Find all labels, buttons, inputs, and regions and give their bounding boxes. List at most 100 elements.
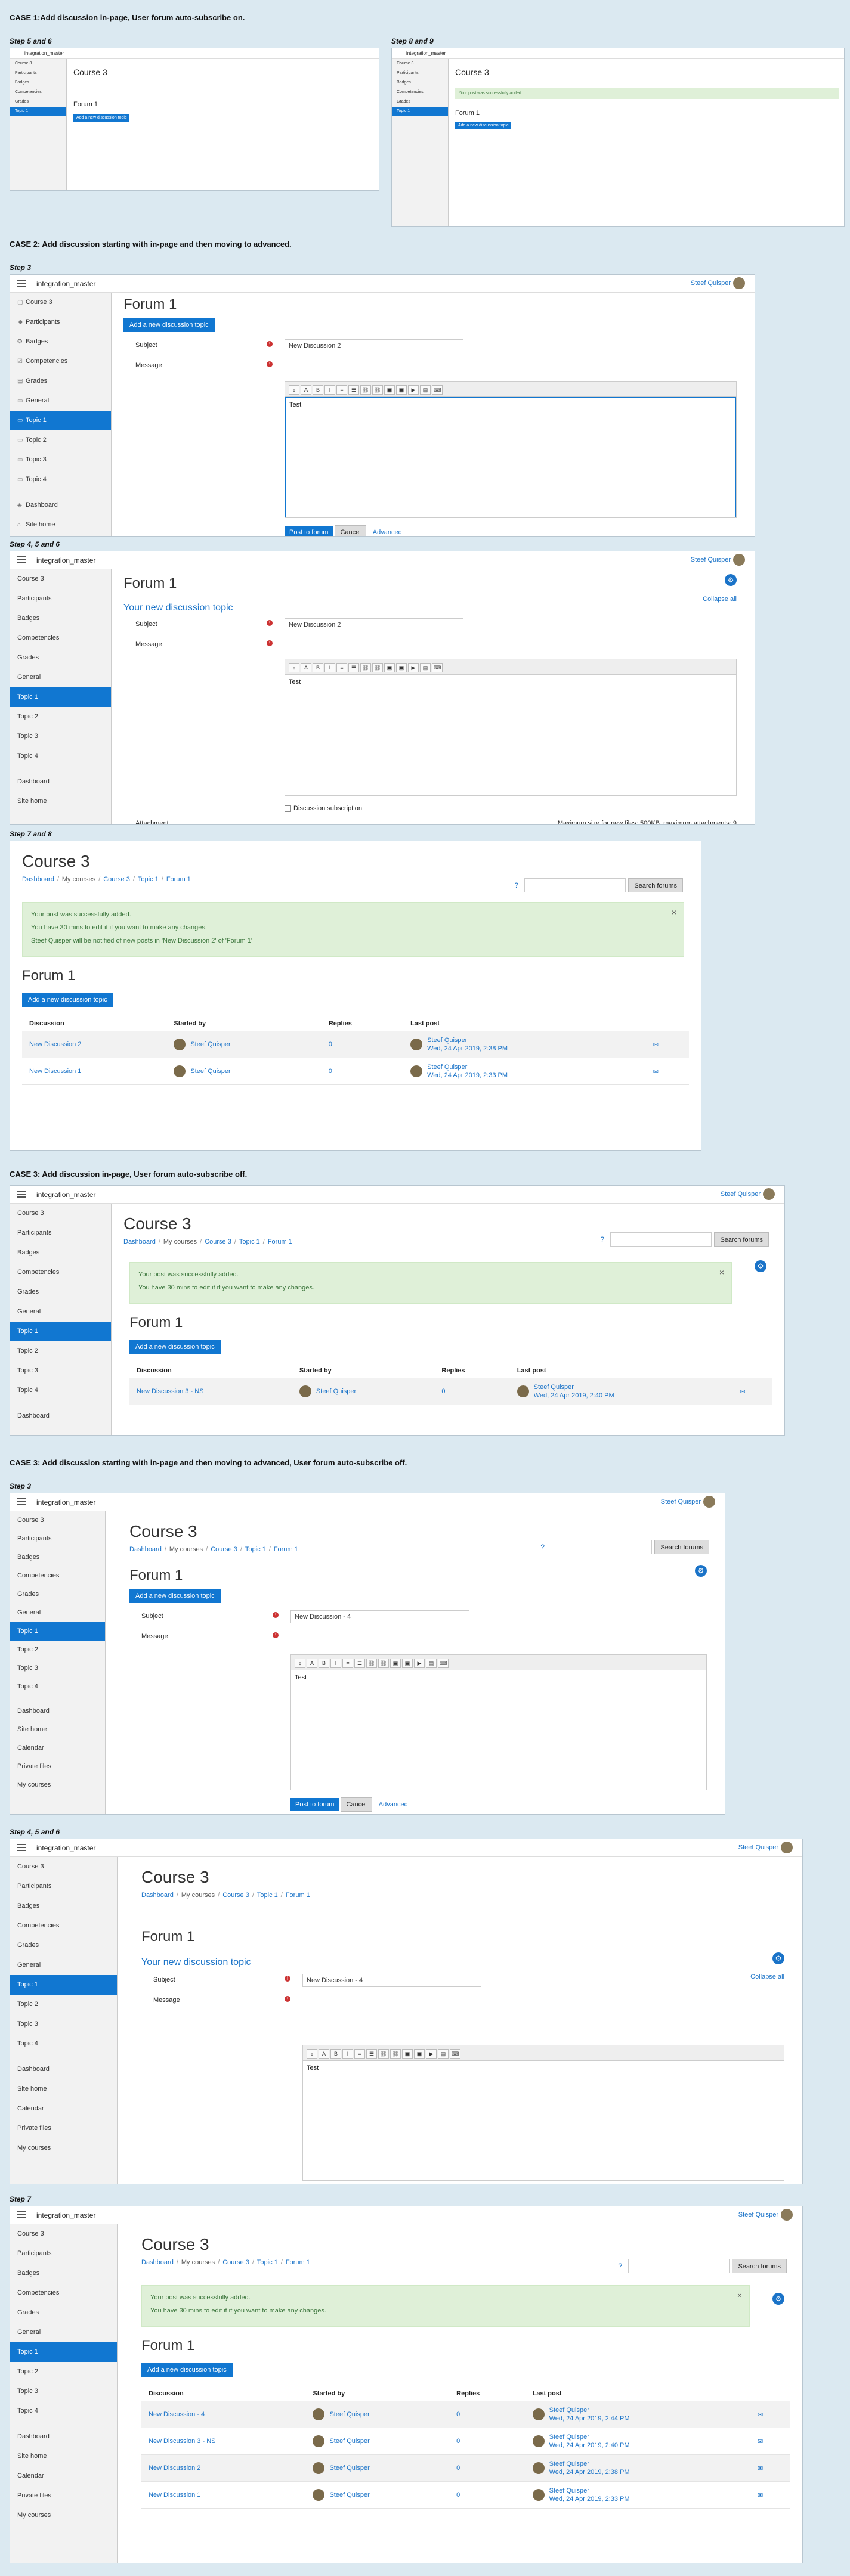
sidebar-item-participants[interactable]: Participants bbox=[10, 69, 66, 78]
avatar[interactable] bbox=[703, 1496, 715, 1508]
replies-count[interactable]: 0 bbox=[321, 1031, 404, 1058]
site-name[interactable]: integration_master bbox=[36, 1844, 95, 1852]
sidebar-item-topic1[interactable]: Topic 1 bbox=[17, 2348, 38, 2355]
discussion-link[interactable]: New Discussion 2 bbox=[22, 1031, 167, 1058]
sidebar-item-calendar[interactable]: Calendar bbox=[17, 2105, 44, 2112]
crumb-dashboard[interactable]: Dashboard bbox=[141, 1892, 174, 1899]
last-post-author[interactable]: Steef Quisper bbox=[549, 2407, 589, 2414]
sidebar-item-my-courses[interactable]: My courses bbox=[17, 2144, 51, 2152]
message-editor[interactable]: ↕ A B I ≡ ☰ ⛓ ⛓ ▣ ▣ ▶ ▤ ⌨ Test bbox=[302, 2045, 784, 2181]
crumb-course[interactable]: Course 3 bbox=[205, 1238, 231, 1245]
sidebar-item-site-home[interactable]: Site home bbox=[17, 2453, 47, 2460]
col-discussion[interactable]: Discussion bbox=[22, 1016, 167, 1031]
sidebar-item-grades[interactable]: Grades bbox=[10, 97, 66, 107]
col-started[interactable]: Started by bbox=[292, 1363, 435, 1378]
mail-icon[interactable]: ✉ bbox=[645, 1031, 689, 1058]
author-link[interactable]: Steef Quisper bbox=[329, 2491, 369, 2498]
author-link[interactable]: Steef Quisper bbox=[316, 1388, 356, 1395]
crumb-my-courses[interactable]: My courses bbox=[181, 2259, 215, 2266]
crumb-forum[interactable]: Forum 1 bbox=[166, 876, 191, 883]
crumb-forum[interactable]: Forum 1 bbox=[274, 1546, 298, 1553]
sidebar-item-calendar[interactable]: Calendar bbox=[17, 2472, 44, 2479]
gear-icon[interactable]: ⚙ bbox=[695, 1565, 707, 1577]
col-discussion[interactable]: Discussion bbox=[129, 1363, 292, 1378]
sidebar-item-topic1[interactable]: Topic 1 bbox=[17, 1981, 38, 1988]
col-started[interactable]: Started by bbox=[166, 1016, 322, 1031]
add-discussion-button[interactable]: Add a new discussion topic bbox=[129, 1589, 221, 1603]
sidebar-item-competencies[interactable]: Competencies bbox=[17, 2289, 59, 2296]
gear-icon[interactable]: ⚙ bbox=[755, 1260, 766, 1272]
crumb-topic[interactable]: Topic 1 bbox=[245, 1546, 266, 1553]
replies-count[interactable]: 0 bbox=[449, 2428, 526, 2455]
sidebar-item-dashboard[interactable]: Dashboard bbox=[17, 2066, 50, 2073]
sidebar-item-topic1[interactable]: Topic 1 bbox=[17, 1628, 38, 1635]
sidebar-item-private-files[interactable]: Private files bbox=[17, 2492, 51, 2499]
last-post-date[interactable]: Wed, 24 Apr 2019, 2:33 PM bbox=[427, 1072, 508, 1079]
sidebar-item-topic4[interactable]: Topic 4 bbox=[17, 2040, 38, 2047]
sidebar-item-site-home[interactable]: Site home bbox=[17, 798, 47, 805]
mail-icon[interactable]: ✉ bbox=[750, 2454, 790, 2482]
last-post-author[interactable]: Steef Quisper bbox=[549, 2487, 589, 2494]
cancel-button[interactable]: Cancel bbox=[335, 525, 366, 536]
last-post-date[interactable]: Wed, 24 Apr 2019, 2:38 PM bbox=[549, 2469, 630, 2476]
collapse-all-link[interactable]: Collapse all bbox=[703, 596, 737, 603]
crumb-topic[interactable]: Topic 1 bbox=[138, 876, 159, 883]
sidebar-item-topic1[interactable]: Topic 1 bbox=[17, 1328, 38, 1335]
sidebar-item-calendar[interactable]: Calendar bbox=[17, 1744, 44, 1752]
sidebar-item-topic3[interactable]: Topic 3 bbox=[17, 733, 38, 740]
sidebar-item-competencies[interactable]: Competencies bbox=[17, 634, 59, 641]
sidebar-item-topic2[interactable]: Topic 2 bbox=[26, 436, 47, 444]
new-topic-legend[interactable]: Your new discussion topic bbox=[141, 1957, 790, 1968]
add-discussion-button[interactable]: Add a new discussion topic bbox=[129, 1340, 221, 1354]
user-menu[interactable]: Steef Quisper bbox=[738, 2211, 778, 2218]
sidebar-item-topic1[interactable]: Topic 1 bbox=[26, 417, 47, 424]
sidebar-item-general[interactable]: General bbox=[17, 1609, 41, 1616]
search-input[interactable] bbox=[524, 878, 626, 892]
sidebar-item-participants[interactable]: Participants bbox=[17, 1883, 51, 1890]
sidebar-item-participants[interactable]: Participants bbox=[17, 595, 51, 602]
crumb-my-courses[interactable]: My courses bbox=[163, 1238, 197, 1245]
last-post-date[interactable]: Wed, 24 Apr 2019, 2:38 PM bbox=[427, 1045, 508, 1052]
message-textarea[interactable]: Test bbox=[285, 397, 736, 517]
last-post-author[interactable]: Steef Quisper bbox=[427, 1037, 467, 1044]
sidebar-item-competencies[interactable]: Competencies bbox=[392, 88, 448, 97]
avatar[interactable] bbox=[733, 277, 745, 289]
mail-icon[interactable]: ✉ bbox=[750, 2481, 790, 2509]
sidebar-item-dashboard[interactable]: Dashboard bbox=[17, 1412, 50, 1419]
sidebar-item-course[interactable]: Course 3 bbox=[17, 2230, 44, 2237]
advanced-link[interactable]: Advanced bbox=[379, 1801, 408, 1808]
sidebar-item-site-home[interactable]: Site home bbox=[17, 1726, 47, 1733]
author-link[interactable]: Steef Quisper bbox=[329, 2438, 369, 2445]
sidebar-item-general[interactable]: General bbox=[17, 1308, 41, 1315]
crumb-my-courses[interactable]: My courses bbox=[62, 876, 95, 883]
sidebar-item-badges[interactable]: Badges bbox=[17, 1554, 39, 1561]
crumb-topic[interactable]: Topic 1 bbox=[257, 1892, 278, 1899]
discussion-link[interactable]: New Discussion 1 bbox=[22, 1058, 167, 1085]
crumb-topic[interactable]: Topic 1 bbox=[239, 1238, 260, 1245]
gear-icon[interactable]: ⚙ bbox=[772, 1952, 784, 1964]
menu-icon[interactable] bbox=[17, 2211, 26, 2218]
sidebar-item-course[interactable]: Course 3 bbox=[17, 575, 44, 582]
last-post-author[interactable]: Steef Quisper bbox=[427, 1064, 467, 1071]
menu-icon[interactable] bbox=[17, 556, 26, 563]
sidebar-item-my-courses[interactable]: My courses bbox=[17, 1781, 51, 1788]
sidebar-item-grades[interactable]: Grades bbox=[17, 654, 39, 661]
search-input[interactable] bbox=[551, 1540, 653, 1554]
last-post-date[interactable]: Wed, 24 Apr 2019, 2:44 PM bbox=[549, 2415, 630, 2422]
sidebar-item-site-home[interactable]: Site home bbox=[26, 521, 55, 528]
menu-icon[interactable] bbox=[17, 1844, 26, 1851]
col-discussion[interactable]: Discussion bbox=[141, 2386, 306, 2401]
col-last-post[interactable]: Last post bbox=[509, 1363, 733, 1378]
crumb-course[interactable]: Course 3 bbox=[222, 2259, 249, 2266]
sidebar-item-topic4[interactable]: Topic 4 bbox=[17, 1683, 38, 1690]
sidebar-item-participants[interactable]: Participants bbox=[392, 69, 448, 78]
avatar[interactable] bbox=[781, 1842, 793, 1853]
sidebar-item-competencies[interactable]: Competencies bbox=[26, 358, 67, 365]
sidebar-item-badges[interactable]: Badges bbox=[26, 338, 48, 345]
sidebar-item-topic1[interactable]: Topic 1 bbox=[10, 107, 66, 116]
col-last-post[interactable]: Last post bbox=[525, 2386, 750, 2401]
col-replies[interactable]: Replies bbox=[321, 1016, 404, 1031]
sidebar-item-badges[interactable]: Badges bbox=[17, 1902, 39, 1909]
sidebar-item-badges[interactable]: Badges bbox=[392, 78, 448, 88]
avatar[interactable] bbox=[781, 2209, 793, 2221]
